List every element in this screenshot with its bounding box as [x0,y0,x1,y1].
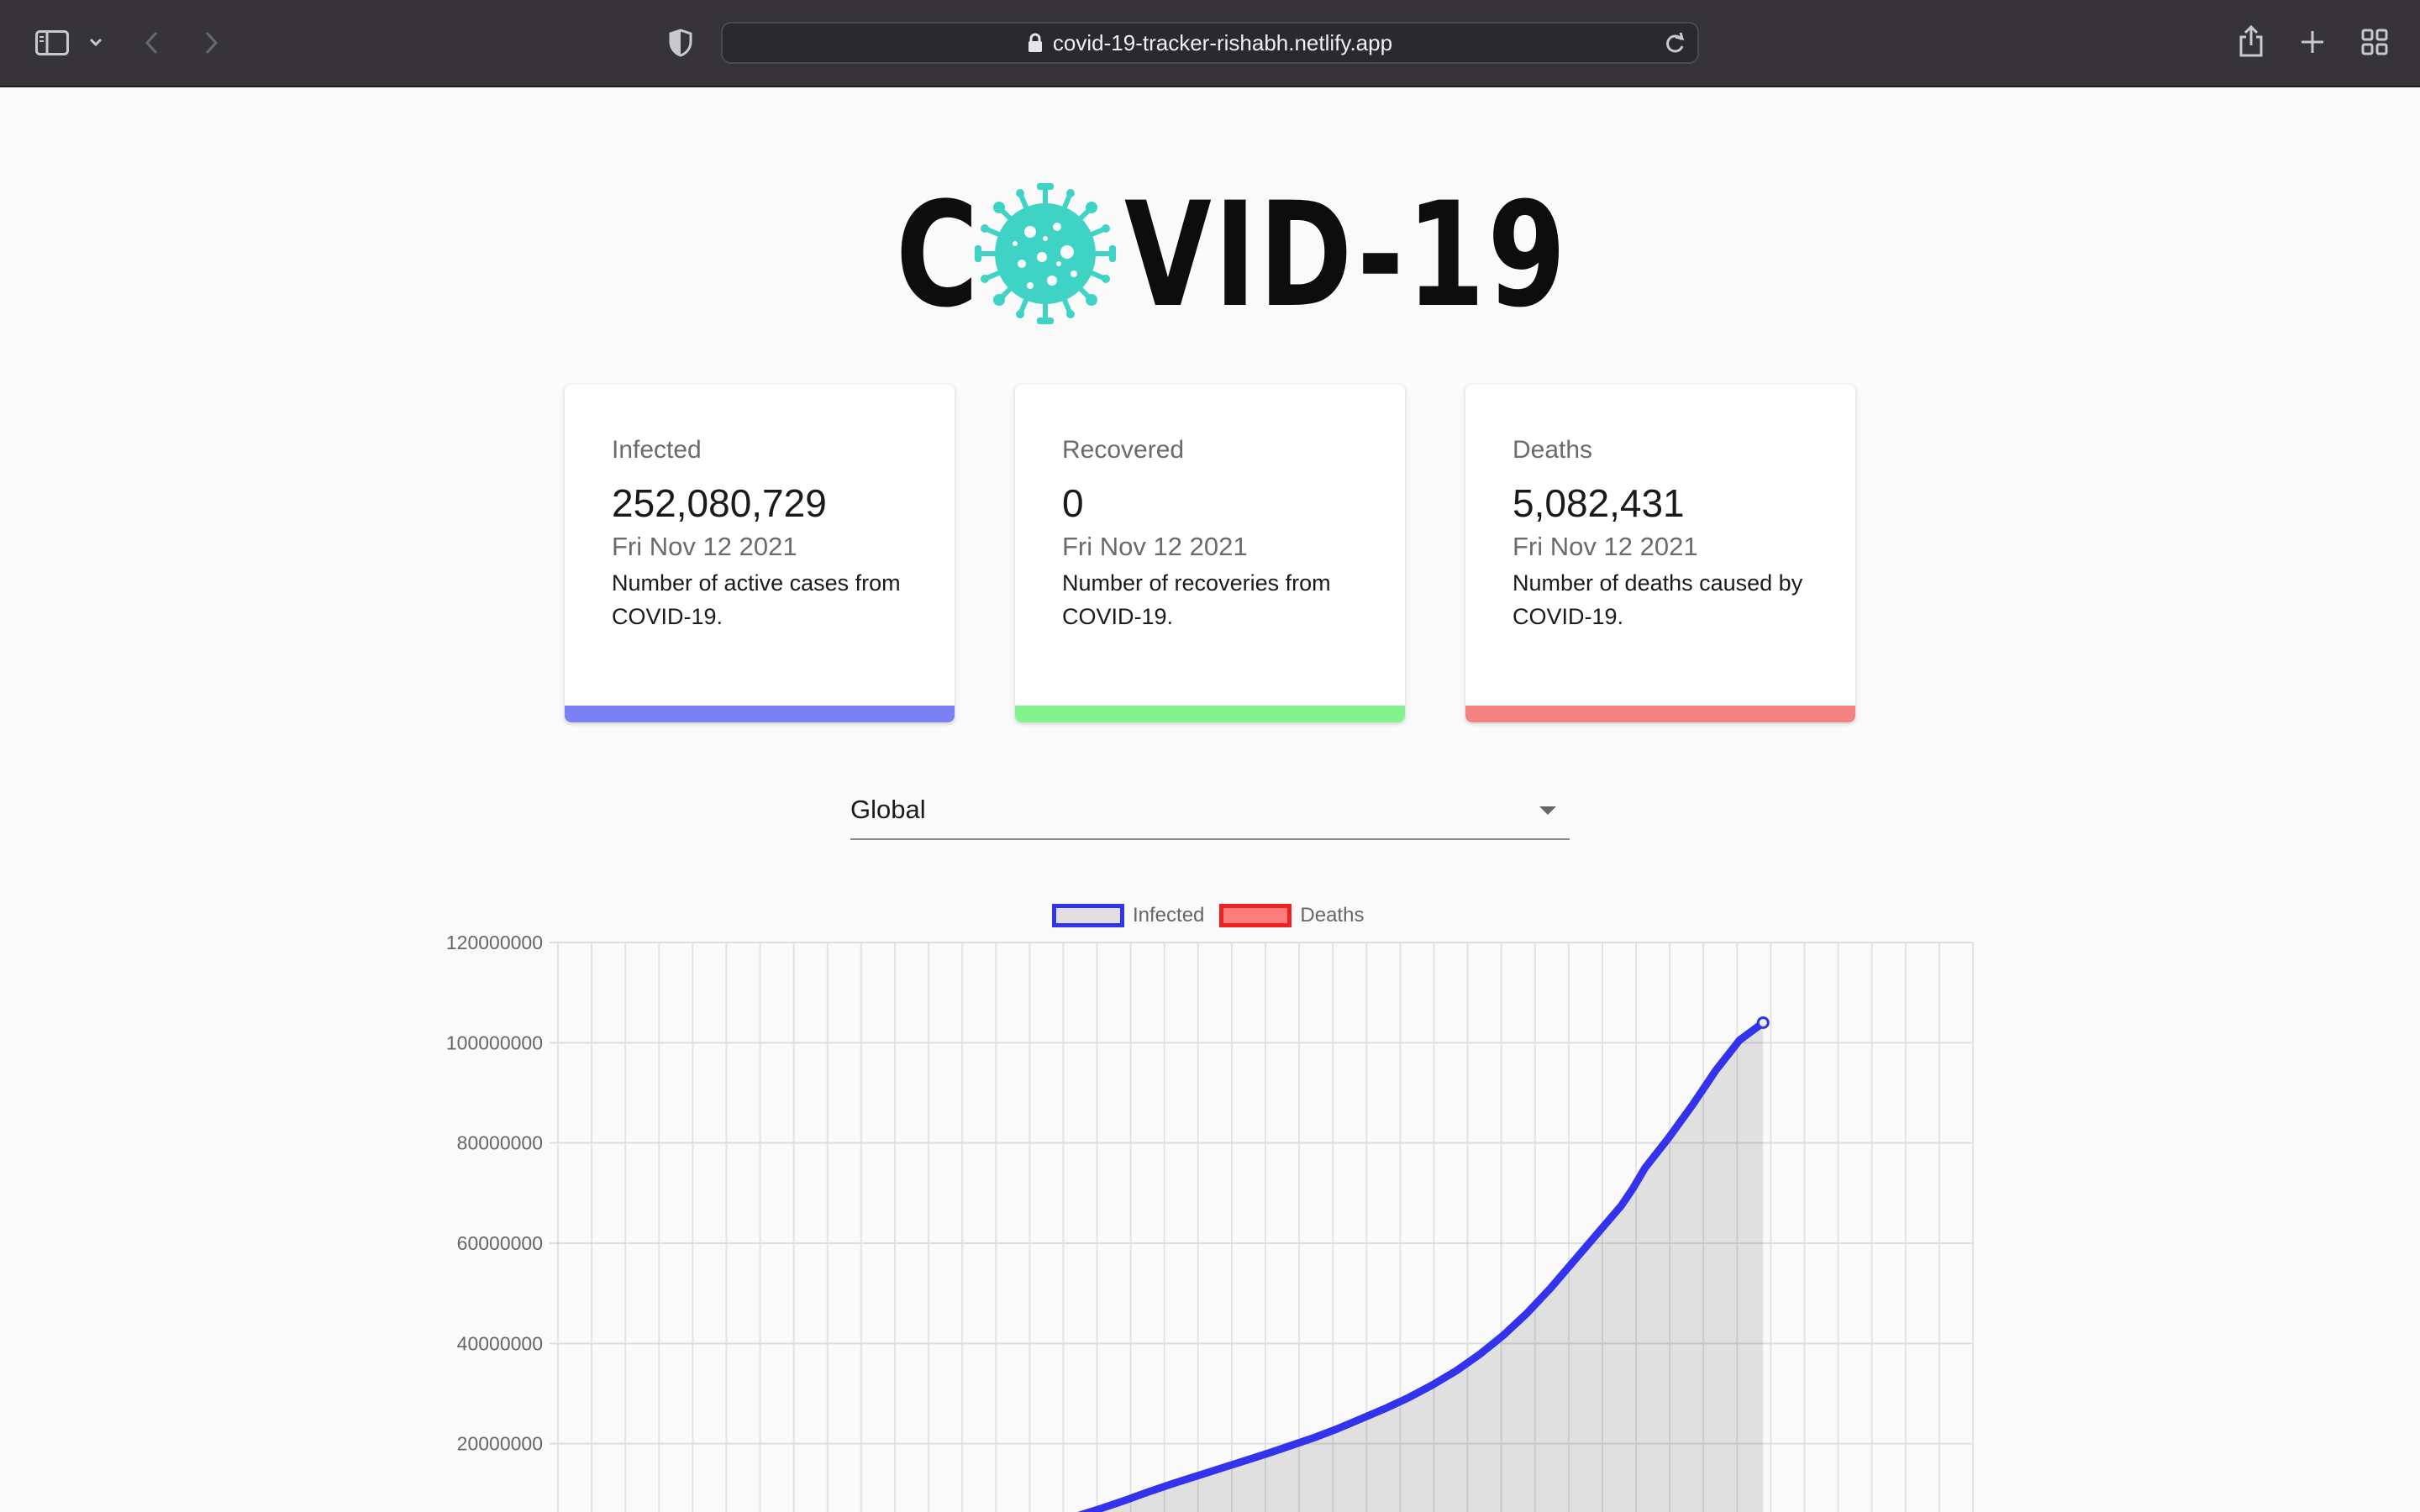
y-tick-label: 80000000 [457,1132,543,1154]
y-tick-label: 20000000 [457,1433,543,1455]
y-tick-label: 60000000 [457,1232,543,1254]
chart-series [1077,1016,1770,1512]
line-chart: 120000000 100000000 80000000 60000000 400000… [446,932,1974,1512]
series-area-infected [1090,1022,1764,1512]
series-point [1756,1016,1770,1029]
y-tick-label: 40000000 [457,1332,543,1354]
y-axis-ticks: 120000000 100000000 80000000 60000000 400000… [446,932,543,1455]
y-tick-label: 120000000 [446,932,543,953]
y-tick-label: 100000000 [446,1032,543,1053]
